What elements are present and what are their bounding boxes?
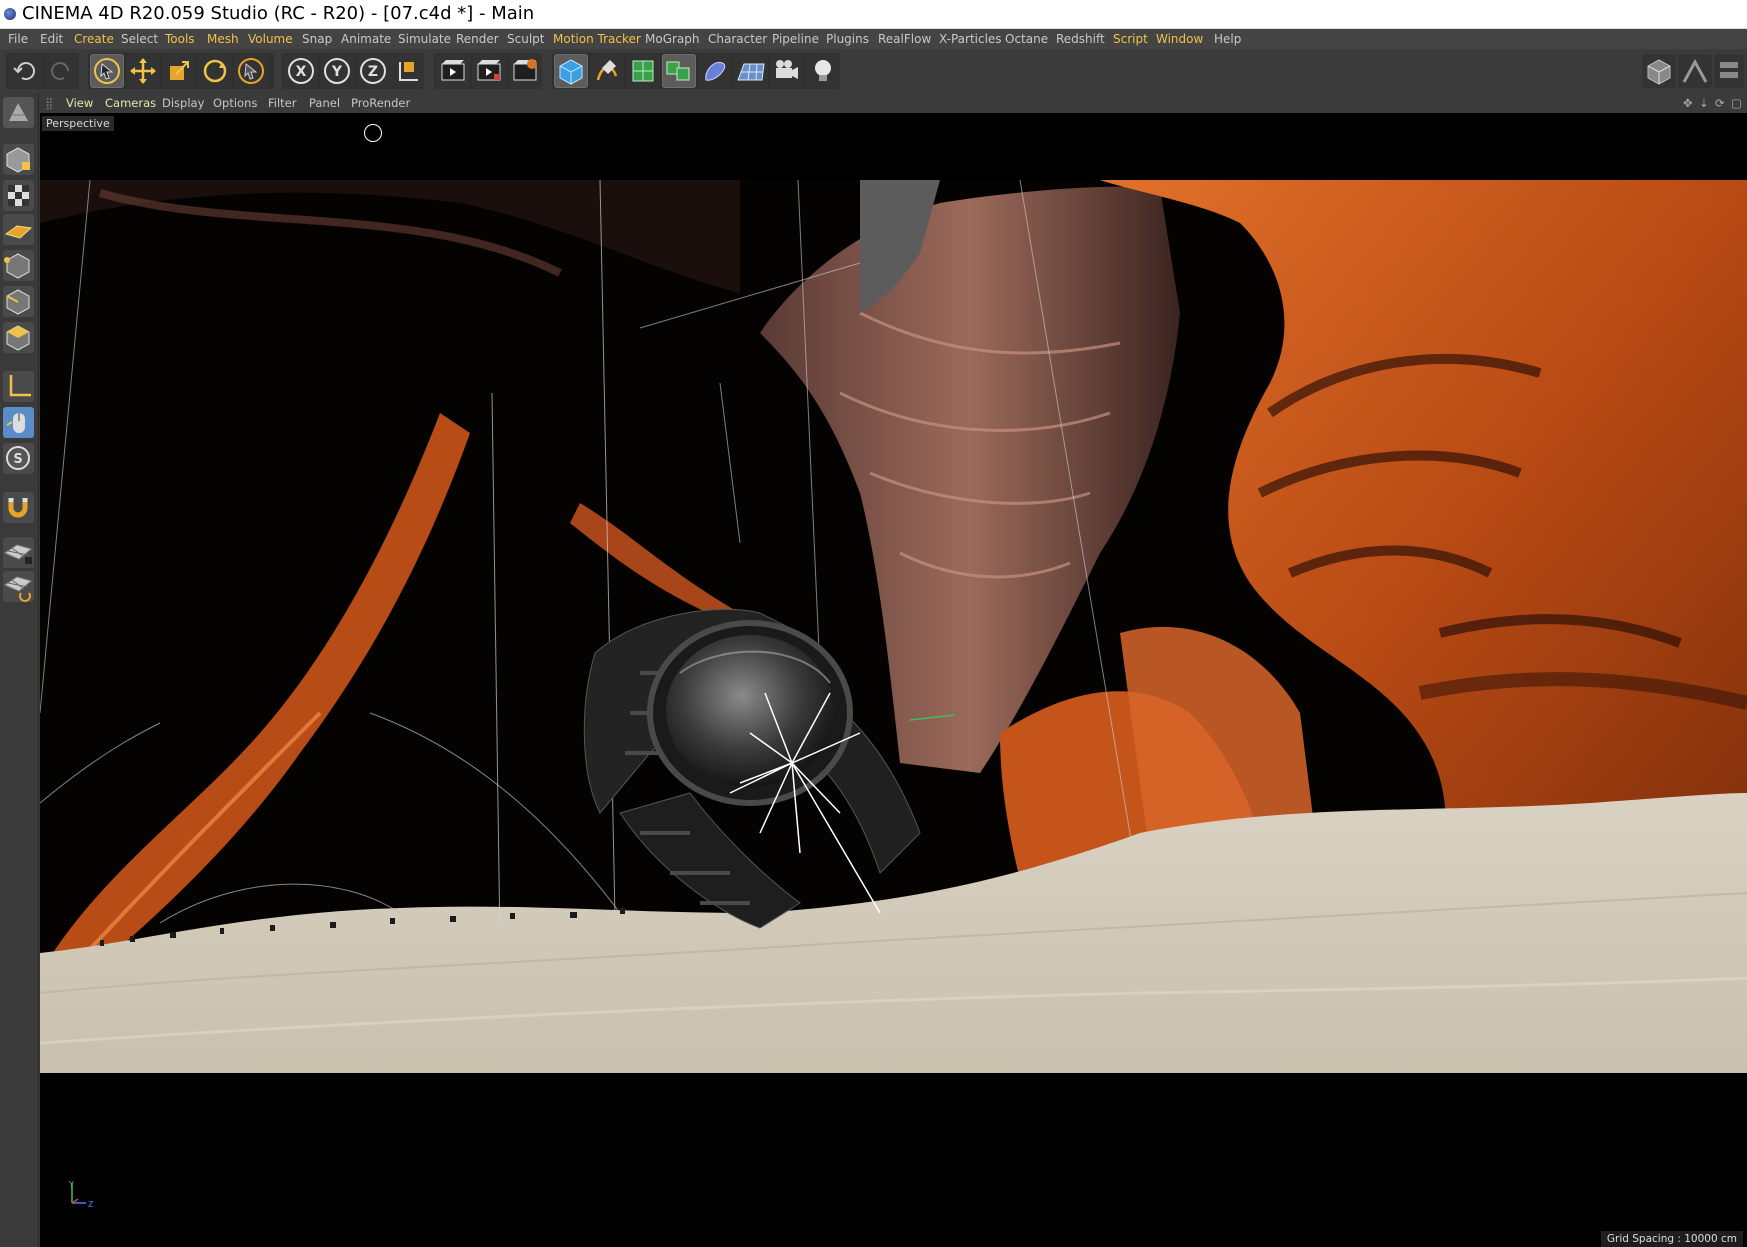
render-view-icon[interactable] [436,54,470,88]
subdivision-surface-icon[interactable] [626,54,660,88]
solo-mode-icon[interactable]: S [3,443,34,474]
x-axis-label: X [296,64,307,80]
menu-pipeline[interactable]: Pipeline [772,32,819,46]
menu-render[interactable]: Render [456,32,499,46]
menu-help[interactable]: Help [1214,32,1241,46]
array-icon[interactable] [662,54,696,88]
viewport-zoom-icon[interactable]: ⇣ [1699,96,1709,110]
snap-magnet-icon[interactable] [3,492,34,523]
undo-icon[interactable] [8,54,42,88]
points-mode-icon[interactable] [3,250,34,281]
world-axis-gizmo: Y Z [68,1180,94,1209]
viewport-grip-icon[interactable]: ⣿ [45,96,53,110]
viewport-menu-bar: ⣿ View Cameras Display Options Filter Pa… [39,93,1747,113]
pen-spline-icon[interactable] [590,54,624,88]
lock-workplane-icon[interactable] [3,537,34,568]
menu-mesh[interactable]: Mesh [207,32,239,46]
menu-volume[interactable]: Volume [248,32,293,46]
planar-workplane-icon[interactable] [3,571,34,602]
last-tool-icon[interactable] [234,54,268,88]
polygons-mode-icon[interactable] [3,322,34,353]
viewport-menu-view[interactable]: View [66,96,93,110]
z-axis-label: Z [368,64,378,80]
live-selection-icon[interactable] [90,54,124,88]
coordinate-system-icon[interactable] [390,54,424,88]
viewport-rotate-icon[interactable]: ⟳ [1715,96,1725,110]
cube-icon[interactable] [554,54,588,88]
edges-mode-icon[interactable] [3,286,34,317]
menu-realflow[interactable]: RealFlow [878,32,931,46]
viewport-move-icon[interactable]: ✥ [1683,96,1693,110]
layout-bodypaint-icon[interactable] [1678,54,1712,88]
make-editable-icon[interactable] [3,97,34,128]
model-mode-icon[interactable] [3,144,34,175]
menu-character[interactable]: Character [708,32,767,46]
viewport-label: Perspective [42,116,114,131]
window-title: CINEMA 4D R20.059 Studio (RC - R20) - [0… [22,3,535,24]
y-axis-label: Y [331,64,343,80]
axis-mode-icon[interactable] [3,371,34,402]
rotate-icon[interactable] [198,54,232,88]
menu-mograph[interactable]: MoGraph [645,32,700,46]
camera-icon[interactable] [770,54,804,88]
menu-motion-tracker[interactable]: Motion Tracker [553,32,641,46]
menu-select[interactable]: Select [121,32,158,46]
menu-octane[interactable]: Octane [1005,32,1048,46]
deformer-icon[interactable] [698,54,732,88]
render-settings-icon[interactable] [508,54,542,88]
menu-create[interactable]: Create [74,32,114,46]
layout-menu-icon[interactable] [1714,54,1744,88]
menu-simulate[interactable]: Simulate [398,32,451,46]
viewport-menu-panel[interactable]: Panel [309,96,340,110]
axis-z-label: Z [88,1200,94,1209]
light-icon[interactable] [806,54,840,88]
main-menu-bar: File Edit Create Select Tools Mesh Volum… [0,29,1747,49]
svg-text:S: S [13,452,22,467]
x-axis-lock-icon[interactable]: X [284,54,318,88]
axis-y-label: Y [68,1180,74,1189]
move-icon[interactable] [126,54,160,88]
viewport-menu-filter[interactable]: Filter [268,96,296,110]
perspective-viewport[interactable]: Perspective Y Z Grid Spacing : 10000 cm [40,113,1747,1247]
title-bar: CINEMA 4D R20.059 Studio (RC - R20) - [0… [0,0,1747,29]
menu-animate[interactable]: Animate [341,32,391,46]
viewport-menu-cameras[interactable]: Cameras [105,96,156,110]
viewport-maximize-icon[interactable]: ▢ [1731,96,1742,110]
y-axis-lock-icon[interactable]: Y [320,54,354,88]
cinema4d-app-icon [4,8,16,20]
scale-icon[interactable] [162,54,196,88]
workplane-icon[interactable] [3,214,34,245]
layout-cube-icon[interactable] [1642,54,1676,88]
menu-sculpt[interactable]: Sculpt [507,32,544,46]
tweak-mode-icon[interactable] [3,407,34,438]
redo-icon[interactable] [44,54,78,88]
viewport-menu-display[interactable]: Display [162,96,204,110]
menu-redshift[interactable]: Redshift [1056,32,1105,46]
viewport-menu-prorender[interactable]: ProRender [351,96,410,110]
menu-script[interactable]: Script [1113,32,1148,46]
menu-window[interactable]: Window [1156,32,1203,46]
left-tool-palette: S [0,93,39,1247]
menu-tools[interactable]: Tools [165,32,195,46]
grid-spacing-readout: Grid Spacing : 10000 cm [1600,1231,1743,1247]
main-toolbar: X Y Z [0,49,1747,94]
z-axis-lock-icon[interactable]: Z [356,54,390,88]
render-picture-viewer-icon[interactable] [472,54,506,88]
texture-mode-icon[interactable] [3,180,34,211]
floor-environment-icon[interactable] [734,54,768,88]
menu-x-particles[interactable]: X-Particles [939,32,1002,46]
menu-plugins[interactable]: Plugins [826,32,869,46]
scene-render [40,179,1747,1073]
viewport-menu-options[interactable]: Options [213,96,257,110]
menu-edit[interactable]: Edit [40,32,63,46]
menu-snap[interactable]: Snap [302,32,332,46]
mouse-cursor-icon [364,124,382,142]
menu-file[interactable]: File [8,32,28,46]
